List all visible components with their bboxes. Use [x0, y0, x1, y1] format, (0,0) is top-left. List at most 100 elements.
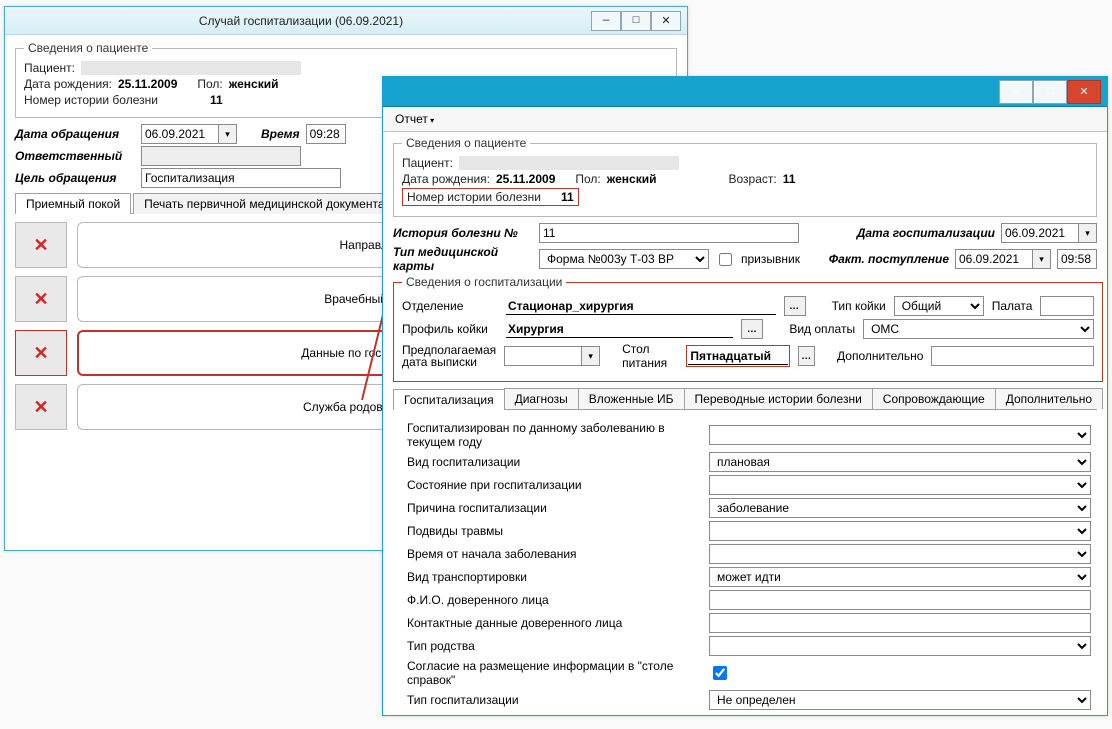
win2-patient-legend: Сведения о пациенте: [402, 136, 530, 150]
win2-dob-label: Дата рождения:: [402, 172, 490, 186]
diet-table-input[interactable]: [688, 347, 788, 365]
conscript-checkbox[interactable]: [719, 253, 732, 266]
win1-close-button[interactable]: ✕: [651, 11, 681, 31]
diet-table-browse-button[interactable]: …: [798, 346, 815, 366]
appeal-date-label: Дата обращения: [15, 127, 135, 141]
f-hosp-year-select[interactable]: [709, 425, 1091, 445]
win2-patient-label: Пациент:: [402, 156, 453, 170]
tab-reception[interactable]: Приемный покой: [15, 193, 131, 214]
f-state-select[interactable]: [709, 475, 1091, 495]
win2-patient-fieldset: Сведения о пациенте Пациент: Дата рожден…: [393, 136, 1097, 217]
hosp-date-dropdown[interactable]: ▾: [1079, 223, 1097, 243]
ward-input[interactable]: [1040, 296, 1094, 316]
win2-sex-label: Пол:: [575, 172, 600, 186]
win1-history-no-value: 11: [210, 93, 223, 107]
win2-close-button[interactable]: ✕: [1067, 80, 1101, 104]
tab-transfer-histories[interactable]: Переводные истории болезни: [684, 388, 873, 409]
win2-min-button[interactable]: —: [999, 80, 1033, 104]
f-hosp-type-label: Тип госпитализации: [399, 693, 709, 707]
discharge-label: Предполагаемаядата выписки: [402, 344, 496, 368]
hosp-date-label: Дата госпитализации: [857, 226, 995, 240]
bed-type-label: Тип койки: [832, 299, 886, 313]
win2-age-label: Возраст:: [728, 172, 776, 186]
win2-history-no-label: Номер истории болезни: [407, 190, 541, 204]
win2-max-button[interactable]: □: [1033, 80, 1067, 104]
f-trustee-input[interactable]: [709, 590, 1091, 610]
card-type-select[interactable]: Форма №003у Т-03 ВР: [539, 249, 709, 269]
discharge-date-dropdown[interactable]: ▾: [582, 346, 600, 366]
tab-hospitalization[interactable]: Госпитализация: [393, 389, 505, 410]
f-consent-checkbox[interactable]: [713, 666, 727, 680]
f-relation-label: Тип родства: [399, 639, 709, 653]
extra-input[interactable]: [931, 346, 1094, 366]
payment-select[interactable]: ОМС: [863, 319, 1094, 339]
appeal-time-label: Время: [261, 127, 300, 141]
f-hosp-kind-label: Вид госпитализации: [399, 455, 709, 469]
fact-date-dropdown[interactable]: ▾: [1033, 249, 1051, 269]
fact-time-input[interactable]: [1057, 249, 1097, 269]
win2-titlebar[interactable]: — □ ✕: [383, 77, 1107, 107]
win2-age-value: 11: [783, 172, 796, 186]
bed-profile-input[interactable]: [506, 320, 733, 338]
tab-accompanying[interactable]: Сопровождающие: [872, 388, 996, 409]
conscript-label: призывник: [741, 252, 800, 266]
f-trustee-contact-input[interactable]: [709, 613, 1091, 633]
f-hosp-year-label: Госпитализирован по данному заболеванию …: [399, 421, 709, 449]
purpose-input[interactable]: [141, 168, 341, 188]
appeal-time-input[interactable]: [306, 124, 346, 144]
fact-date-input[interactable]: [955, 249, 1033, 269]
hospitalization-details-window: — □ ✕ Отчет Сведения о пациенте Пациент:…: [382, 76, 1108, 716]
win2-title: [389, 85, 999, 99]
exam-delete-button[interactable]: ✕: [15, 276, 67, 322]
f-onset-label: Время от начала заболевания: [399, 547, 709, 561]
ward-label: Палата: [992, 299, 1033, 313]
f-relation-select[interactable]: [709, 636, 1091, 656]
hosp-date-input[interactable]: [1001, 223, 1079, 243]
hosp-delete-button[interactable]: ✕: [15, 330, 67, 376]
appeal-date-input[interactable]: [141, 124, 219, 144]
discharge-date-input[interactable]: [504, 346, 582, 366]
history-num-input[interactable]: [539, 223, 799, 243]
f-hosp-type-select[interactable]: Не определен: [709, 690, 1091, 710]
f-transport-label: Вид транспортировки: [399, 570, 709, 584]
responsible-input[interactable]: [141, 146, 301, 166]
win1-min-button[interactable]: —: [591, 11, 621, 31]
win1-dob-value: 25.11.2009: [118, 77, 177, 91]
history-no-highlight: Номер истории болезни 11: [402, 188, 579, 206]
win2-menubar: Отчет: [383, 107, 1107, 132]
win1-history-no-label: Номер истории болезни: [24, 93, 158, 107]
f-state-label: Состояние при госпитализации: [399, 478, 709, 492]
maternity-delete-button[interactable]: ✕: [15, 384, 67, 430]
payment-label: Вид оплаты: [789, 322, 855, 336]
win1-dob-label: Дата рождения:: [24, 77, 112, 91]
direction-delete-button[interactable]: ✕: [15, 222, 67, 268]
f-trauma-label: Подвиды травмы: [399, 524, 709, 538]
f-trauma-select[interactable]: [709, 521, 1091, 541]
tab-additional[interactable]: Дополнительно: [995, 388, 1103, 409]
win1-titlebar[interactable]: Случай госпитализации (06.09.2021) — □ ✕: [5, 7, 687, 35]
win1-title: Случай госпитализации (06.09.2021): [11, 14, 591, 28]
tab-print-docs[interactable]: Печать первичной медицинской документаци…: [133, 193, 416, 214]
tab-nested-ib[interactable]: Вложенные ИБ: [578, 388, 685, 409]
f-onset-select[interactable]: [709, 544, 1091, 564]
f-hosp-kind-select[interactable]: плановая: [709, 452, 1091, 472]
bed-type-select[interactable]: Общий: [894, 296, 984, 316]
f-consent-label: Согласие на размещение информации в "сто…: [399, 659, 709, 687]
department-input[interactable]: [506, 297, 776, 315]
win2-patient-name-redacted: [459, 156, 679, 170]
tab-diagnoses[interactable]: Диагнозы: [504, 388, 579, 409]
f-reason-select[interactable]: заболевание: [709, 498, 1091, 518]
purpose-label: Цель обращения: [15, 171, 135, 185]
appeal-date-dropdown[interactable]: ▾: [219, 124, 237, 144]
f-transport-select[interactable]: может идти: [709, 567, 1091, 587]
menu-report[interactable]: Отчет: [391, 110, 438, 128]
hospitalization-info-fieldset: Сведения о госпитализации Отделение … Ти…: [393, 275, 1103, 382]
bed-profile-browse-button[interactable]: …: [741, 319, 763, 339]
diet-table-label: Стол питания: [622, 342, 678, 370]
win1-max-button[interactable]: □: [621, 11, 651, 31]
f-trustee-contact-label: Контактные данные доверенного лица: [399, 616, 709, 630]
win1-sex-value: женский: [229, 77, 279, 91]
f-reason-label: Причина госпитализации: [399, 501, 709, 515]
win1-patient-legend: Сведения о пациенте: [24, 41, 152, 55]
department-browse-button[interactable]: …: [784, 296, 806, 316]
